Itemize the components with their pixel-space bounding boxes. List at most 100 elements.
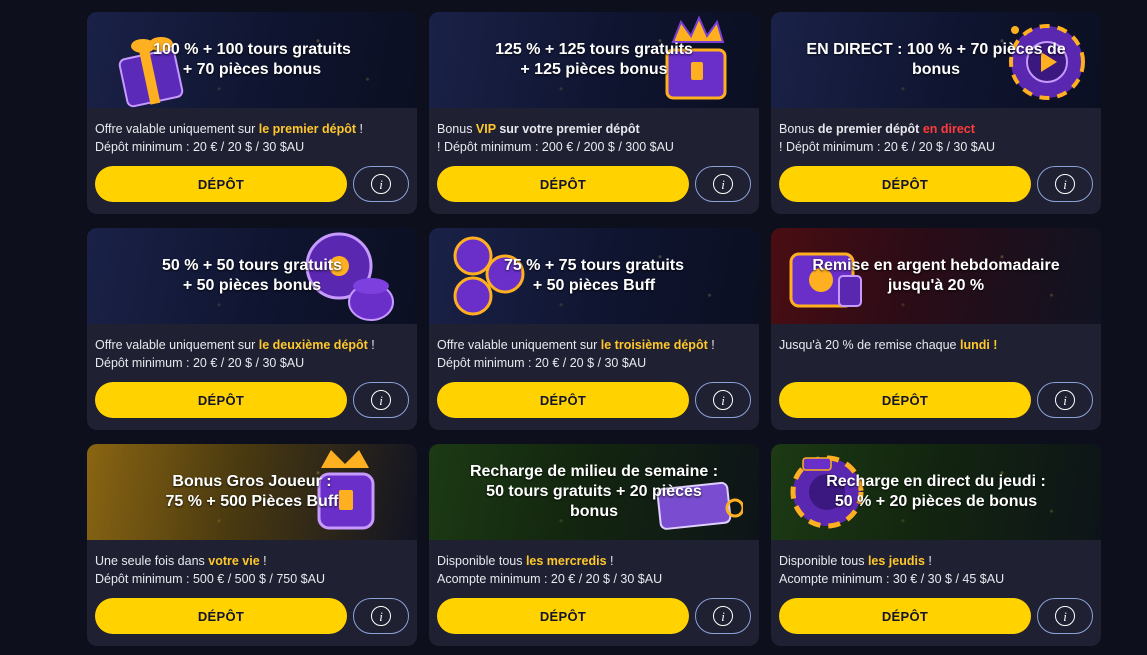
condition-segment: !	[356, 122, 363, 136]
condition-segment: !	[367, 338, 375, 352]
bonus-description: Bonus de premier dépôt en direct ! Dépôt…	[771, 108, 1101, 168]
bonus-condition: Une seule fois dans votre vie !	[95, 552, 409, 570]
info-button[interactable]: i	[1037, 166, 1093, 202]
bonus-minimum-deposit: ! Dépôt minimum : 200 € / 200 $ / 300 $A…	[437, 140, 674, 154]
condition-segment: le deuxième dépôt	[258, 338, 368, 352]
info-icon: i	[713, 174, 733, 194]
bonus-condition: Offre valable uniquement sur le deuxième…	[95, 336, 409, 354]
condition-segment: Une seule fois dans	[95, 554, 209, 568]
bonus-card-9: Recharge en direct du jeudi : 50 % + 20 …	[771, 444, 1101, 646]
condition-segment: le troisième dépôt	[600, 338, 708, 352]
bonus-actions: DÉPÔT i	[779, 166, 1093, 202]
bonus-banner: 75 % + 75 tours gratuits + 50 pièces Buf…	[429, 228, 759, 324]
bonus-title: 75 % + 75 tours gratuits + 50 pièces Buf…	[503, 257, 685, 294]
info-button[interactable]: i	[353, 382, 409, 418]
info-icon: i	[371, 606, 391, 626]
bonus-card-2: 125 % + 125 tours gratuits + 125 pièces …	[429, 12, 759, 214]
bonus-description: Offre valable uniquement sur le troisièm…	[429, 324, 759, 384]
info-button[interactable]: i	[695, 166, 751, 202]
bonus-card-1: 100 % + 100 tours gratuits + 70 pièces b…	[87, 12, 417, 214]
deposit-button[interactable]: DÉPÔT	[437, 598, 689, 634]
bonus-actions: DÉPÔT i	[779, 598, 1093, 634]
bonus-condition: Bonus VIP sur votre premier dépôt	[437, 120, 751, 138]
condition-segment: sur votre premier dépôt	[495, 122, 640, 136]
bonus-banner: 50 % + 50 tours gratuits + 50 pièces bon…	[87, 228, 417, 324]
bonus-banner: Recharge en direct du jeudi : 50 % + 20 …	[771, 444, 1101, 540]
bonus-actions: DÉPÔT i	[95, 166, 409, 202]
info-button[interactable]: i	[1037, 382, 1093, 418]
bonus-title: 50 % + 50 tours gratuits + 50 pièces bon…	[161, 257, 343, 294]
bonus-description: Offre valable uniquement sur le deuxième…	[87, 324, 417, 384]
bonus-card-3: EN DIRECT : 100 % + 70 pièces de bonus B…	[771, 12, 1101, 214]
info-icon: i	[371, 390, 391, 410]
bonus-actions: DÉPÔT i	[95, 598, 409, 634]
bonus-actions: DÉPÔT i	[437, 598, 751, 634]
condition-segment: Offre valable uniquement sur	[95, 122, 259, 136]
deposit-button[interactable]: DÉPÔT	[95, 382, 347, 418]
condition-segment: !	[259, 554, 267, 568]
bonus-description: Disponible tous les jeudis ! Acompte min…	[771, 540, 1101, 600]
bonus-description: Jusqu'à 20 % de remise chaque lundi !	[771, 324, 1101, 384]
info-button[interactable]: i	[695, 598, 751, 634]
bonus-minimum-deposit: Acompte minimum : 30 € / 30 $ / 45 $AU	[779, 572, 1005, 586]
deposit-button[interactable]: DÉPÔT	[779, 166, 1031, 202]
bonus-actions: DÉPÔT i	[437, 166, 751, 202]
bonus-minimum-deposit: Dépôt minimum : 500 € / 500 $ / 750 $AU	[95, 572, 325, 586]
condition-segment: Bonus	[779, 122, 818, 136]
info-icon: i	[1055, 606, 1075, 626]
condition-segment: de premier dépôt	[817, 122, 920, 136]
bonus-minimum-deposit: Acompte minimum : 20 € / 20 $ / 30 $AU	[437, 572, 663, 586]
bonus-condition: Disponible tous les jeudis !	[779, 552, 1093, 570]
bonus-grid: 100 % + 100 tours gratuits + 70 pièces b…	[87, 12, 1101, 647]
deposit-button[interactable]: DÉPÔT	[95, 166, 347, 202]
bonus-title: EN DIRECT : 100 % + 70 pièces de bonus	[806, 41, 1066, 78]
condition-segment: lundi !	[959, 338, 998, 352]
bonus-actions: DÉPÔT i	[437, 382, 751, 418]
bonus-banner: 125 % + 125 tours gratuits + 125 pièces …	[429, 12, 759, 108]
deposit-button[interactable]: DÉPÔT	[437, 166, 689, 202]
info-button[interactable]: i	[695, 382, 751, 418]
bonus-condition: Offre valable uniquement sur le premier …	[95, 120, 409, 138]
bonus-banner: 100 % + 100 tours gratuits + 70 pièces b…	[87, 12, 417, 108]
info-button[interactable]: i	[1037, 598, 1093, 634]
bonus-description: Disponible tous les mercredis ! Acompte …	[429, 540, 759, 600]
info-icon: i	[1055, 390, 1075, 410]
bonus-minimum-deposit: Dépôt minimum : 20 € / 20 $ / 30 $AU	[95, 356, 305, 370]
info-button[interactable]: i	[353, 166, 409, 202]
condition-segment: !	[606, 554, 614, 568]
info-button[interactable]: i	[353, 598, 409, 634]
bonus-card-4: 50 % + 50 tours gratuits + 50 pièces bon…	[87, 228, 417, 430]
bonus-minimum-deposit: ! Dépôt minimum : 20 € / 20 $ / 30 $AU	[779, 140, 996, 154]
deposit-button[interactable]: DÉPÔT	[779, 382, 1031, 418]
condition-segment: Jusqu'à 20 % de remise chaque	[779, 338, 960, 352]
bonus-title: 100 % + 100 tours gratuits + 70 pièces b…	[153, 41, 351, 78]
deposit-button[interactable]: DÉPÔT	[437, 382, 689, 418]
bonus-banner: Recharge de milieu de semaine : 50 tours…	[429, 444, 759, 540]
condition-segment: en direct	[919, 122, 975, 136]
condition-segment: VIP	[475, 122, 496, 136]
bonus-actions: DÉPÔT i	[779, 382, 1093, 418]
condition-segment: !	[924, 554, 932, 568]
info-icon: i	[713, 390, 733, 410]
bonus-title: Recharge de milieu de semaine : 50 tours…	[469, 463, 719, 520]
info-icon: i	[713, 606, 733, 626]
condition-segment: les mercredis	[525, 554, 607, 568]
condition-segment: les jeudis	[867, 554, 925, 568]
condition-segment: Disponible tous	[437, 554, 526, 568]
bonus-title: Remise en argent hebdomadaire jusqu'à 20…	[812, 257, 1060, 294]
condition-segment: Bonus	[437, 122, 476, 136]
bonus-minimum-deposit: Dépôt minimum : 20 € / 20 $ / 30 $AU	[437, 356, 647, 370]
bonus-title: Bonus Gros Joueur : 75 % + 500 Pièces Bu…	[165, 473, 339, 510]
info-icon: i	[371, 174, 391, 194]
condition-segment: Disponible tous	[779, 554, 868, 568]
bonus-minimum-deposit: Dépôt minimum : 20 € / 20 $ / 30 $AU	[95, 140, 305, 154]
bonus-title: Recharge en direct du jeudi : 50 % + 20 …	[826, 473, 1046, 510]
bonus-condition: Bonus de premier dépôt en direct	[779, 120, 1093, 138]
bonus-description: Bonus VIP sur votre premier dépôt ! Dépô…	[429, 108, 759, 168]
bonus-card-6: Remise en argent hebdomadaire jusqu'à 20…	[771, 228, 1101, 430]
bonus-card-7: Bonus Gros Joueur : 75 % + 500 Pièces Bu…	[87, 444, 417, 646]
bonus-condition: Offre valable uniquement sur le troisièm…	[437, 336, 751, 354]
bonus-card-5: 75 % + 75 tours gratuits + 50 pièces Buf…	[429, 228, 759, 430]
deposit-button[interactable]: DÉPÔT	[779, 598, 1031, 634]
deposit-button[interactable]: DÉPÔT	[95, 598, 347, 634]
